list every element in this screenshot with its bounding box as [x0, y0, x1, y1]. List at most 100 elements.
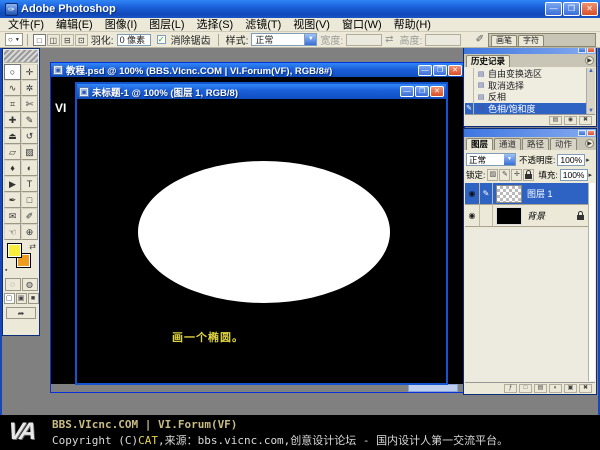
eyedropper-tool[interactable]: ✐	[21, 208, 38, 224]
palette-menu-icon[interactable]: ▶	[585, 56, 594, 65]
hand-tool[interactable]: ☜	[4, 224, 21, 240]
default-colors-icon[interactable]: ▪	[5, 267, 7, 274]
clone-stamp-tool[interactable]: ⏏	[4, 128, 21, 144]
tab-character[interactable]: 字符	[518, 35, 544, 46]
document-canvas[interactable]: 画一个椭圆。	[77, 99, 446, 383]
history-brush-tool[interactable]: ↺	[21, 128, 38, 144]
history-item[interactable]: ▤ 取消选择	[465, 80, 586, 92]
antialias-checkbox[interactable]: ✓	[157, 35, 166, 44]
opacity-input[interactable]: 100%	[557, 154, 585, 166]
foreground-color-swatch[interactable]	[7, 243, 22, 258]
new-group-button[interactable]: ▤	[534, 384, 547, 393]
minimize-button[interactable]: —	[545, 2, 562, 16]
scrollbar-track[interactable]	[51, 384, 464, 392]
layer-style-button[interactable]: ƒ	[504, 384, 517, 393]
tab-channels[interactable]: 通道	[494, 138, 521, 150]
zoom-tool[interactable]: ⊕	[21, 224, 38, 240]
layers-scrollbar[interactable]	[588, 183, 595, 381]
fill-input[interactable]: 100%	[560, 169, 588, 181]
adjustment-layer-button[interactable]: ◐	[549, 384, 562, 393]
add-to-selection-button[interactable]: ◫	[47, 34, 60, 46]
shape-tool[interactable]: □	[21, 192, 38, 208]
lock-position-icon[interactable]: ✛	[511, 169, 522, 181]
healing-brush-tool[interactable]: ✚	[4, 112, 21, 128]
notes-tool[interactable]: ✉	[4, 208, 21, 224]
link-column[interactable]	[480, 205, 493, 226]
doc-minimize-button[interactable]: —	[400, 86, 414, 97]
swap-colors-icon[interactable]: ⇄	[29, 242, 36, 251]
layer-mask-button[interactable]: □	[519, 384, 532, 393]
tab-paths[interactable]: 路径	[522, 138, 549, 150]
crop-tool[interactable]: ⌗	[4, 96, 21, 112]
menu-layer[interactable]: 图层(L)	[143, 18, 190, 32]
pen-tool[interactable]: ✒	[4, 192, 21, 208]
intersect-selection-button[interactable]: ⊡	[75, 34, 88, 46]
doc-close-button[interactable]: ✕	[430, 86, 444, 97]
visibility-eye-icon[interactable]: ◉	[465, 205, 480, 226]
new-snapshot-button[interactable]: ◉	[564, 116, 577, 125]
palette-menu-icon[interactable]: ▶	[585, 139, 594, 148]
style-select[interactable]: 正常 ▼	[251, 33, 317, 46]
doc-maximize-button[interactable]: ❐	[415, 86, 429, 97]
fill-slider-icon[interactable]: ▸	[589, 171, 593, 179]
history-source-column[interactable]	[465, 80, 474, 92]
new-selection-button[interactable]: □	[33, 34, 46, 46]
blur-tool[interactable]: ♦	[4, 160, 21, 176]
layer-row-background[interactable]: ◉ 背景	[465, 205, 588, 227]
history-item-selected[interactable]: ✎ ▤ 色相/饱和度	[465, 103, 586, 115]
standard-screen-button[interactable]: ▢	[4, 293, 15, 304]
eraser-tool[interactable]: ▱	[4, 144, 21, 160]
maximize-button[interactable]: ❐	[563, 2, 580, 16]
move-tool[interactable]: ✛	[21, 64, 38, 80]
fullscreen-button[interactable]: ■	[28, 293, 39, 304]
layer-name[interactable]: 图层 1	[525, 187, 588, 200]
visibility-eye-icon[interactable]: ◉	[465, 183, 480, 204]
scrollbar-corner[interactable]	[408, 384, 458, 392]
doc-close-button[interactable]: ✕	[448, 65, 462, 76]
scroll-up-icon[interactable]: ▲	[588, 68, 594, 75]
lock-transparency-icon[interactable]: ▨	[487, 169, 498, 181]
slice-tool[interactable]: ✄	[21, 96, 38, 112]
history-source-column[interactable]	[465, 91, 474, 103]
new-document-from-state-button[interactable]: ▤	[549, 116, 562, 125]
tab-history[interactable]: 历史记录	[466, 55, 510, 67]
palette-minimize-button[interactable]	[578, 130, 586, 136]
menu-window[interactable]: 窗口(W)	[336, 18, 388, 32]
menu-edit[interactable]: 编辑(E)	[50, 18, 99, 32]
history-source-column[interactable]	[465, 68, 474, 80]
blend-mode-select[interactable]: 正常 ▼	[466, 153, 516, 166]
layer-row-selected[interactable]: ◉ ✎ 图层 1	[465, 183, 588, 205]
layer-thumbnail[interactable]	[496, 185, 522, 203]
menu-image[interactable]: 图像(I)	[99, 18, 143, 32]
jump-to-imageready-button[interactable]: ➦	[6, 307, 36, 319]
palette-title-bar[interactable]	[464, 129, 596, 137]
swap-dimensions-icon[interactable]: ⇄	[385, 34, 393, 45]
fullscreen-menubar-button[interactable]: ▣	[16, 293, 27, 304]
history-item[interactable]: ▤ 自由变换选区	[465, 68, 586, 80]
lasso-tool[interactable]: ∿	[4, 80, 21, 96]
brush-preset-icon[interactable]: ✐	[476, 34, 484, 45]
tab-actions[interactable]: 动作	[550, 138, 577, 150]
quick-mask-mode-button[interactable]: ◍	[22, 278, 38, 291]
menu-file[interactable]: 文件(F)	[2, 18, 50, 32]
lock-image-icon[interactable]: ✎	[499, 169, 510, 181]
document-window-front[interactable]: ▣ 未标题-1 @ 100% (图层 1, RGB/8) — ❐ ✕ 画一个椭圆…	[75, 82, 448, 385]
standard-mode-button[interactable]: ◌	[5, 278, 21, 291]
delete-state-button[interactable]: ✖	[579, 116, 592, 125]
lock-all-icon[interactable]	[523, 169, 534, 181]
history-source-icon[interactable]: ✎	[465, 103, 474, 115]
brush-tool[interactable]: ✎	[21, 112, 38, 128]
menu-select[interactable]: 选择(S)	[191, 18, 240, 32]
path-selection-tool[interactable]: ▶	[4, 176, 21, 192]
new-layer-button[interactable]: ▣	[564, 384, 577, 393]
document-title-bar[interactable]: ▣ 未标题-1 @ 100% (图层 1, RGB/8) — ❐ ✕	[77, 84, 446, 99]
tool-preset-picker[interactable]: ○ ▼	[5, 33, 23, 46]
doc-maximize-button[interactable]: ❐	[433, 65, 447, 76]
tab-brushes[interactable]: 画笔	[491, 35, 517, 46]
close-button[interactable]: ✕	[581, 2, 598, 16]
subtract-from-selection-button[interactable]: ⊟	[61, 34, 74, 46]
menu-filter[interactable]: 滤镜(T)	[239, 18, 287, 32]
tab-layers[interactable]: 图层	[466, 138, 493, 150]
palette-close-button[interactable]	[587, 130, 595, 136]
dodge-tool[interactable]: ◐	[21, 160, 38, 176]
